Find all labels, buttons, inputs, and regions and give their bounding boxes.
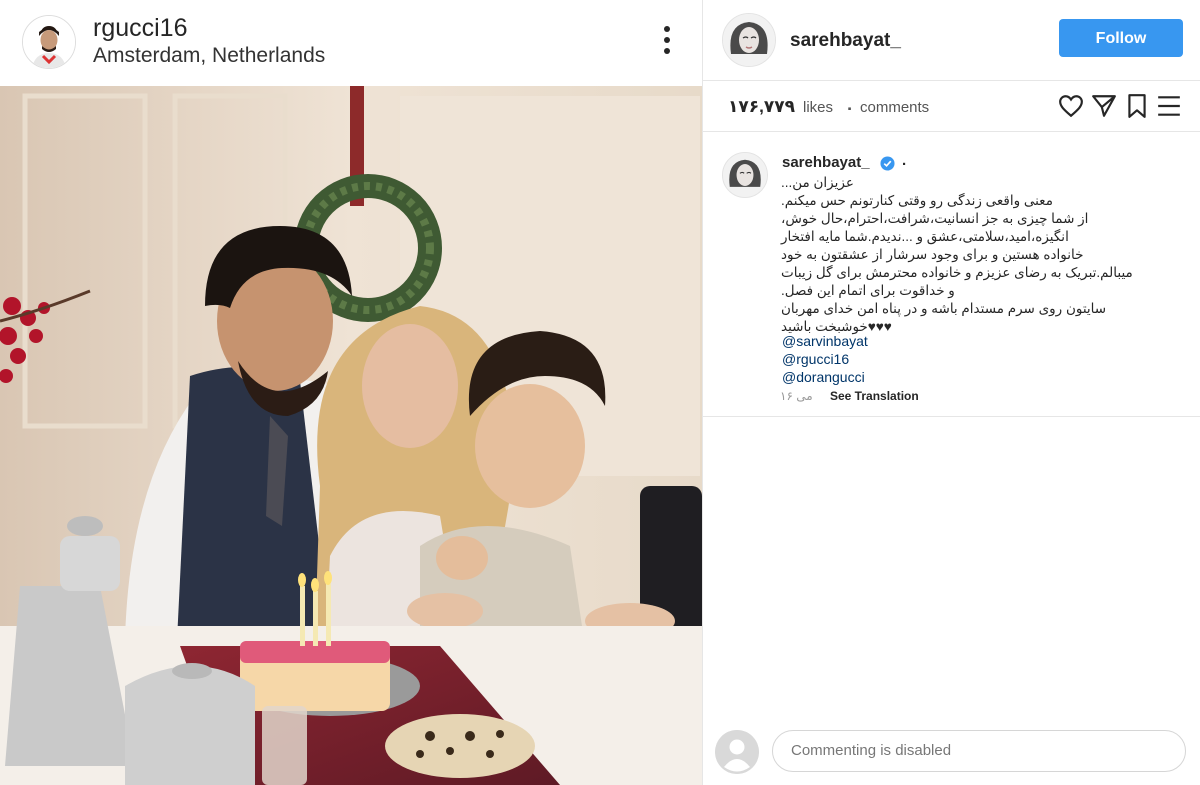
mentions-list: @sarvinbayat @rgucci16 @dorangucci — [782, 332, 868, 386]
caption-line: عزیزان من... — [781, 175, 854, 190]
caption-line: معنی واقعی زندگی رو وقتی کنارتونم حس میک… — [781, 193, 1053, 208]
mention-link[interactable]: @sarvinbayat — [782, 332, 868, 350]
comments-label: comments — [860, 99, 930, 116]
mention-link[interactable]: @dorangucci — [782, 368, 868, 386]
caption-username[interactable]: sarehbayat_ — [782, 154, 870, 171]
caption-line: سایتون روی سرم مستدام باشه و در پناه امن… — [781, 301, 1107, 316]
stats-row: ۱۷۶,۷۷۹ likes ۰ comments — [703, 81, 1200, 132]
post-author-username[interactable]: rgucci16 — [93, 14, 188, 43]
see-translation-button[interactable]: See Translation — [830, 389, 919, 403]
likes-label: likes — [803, 99, 834, 116]
post-photo — [0, 86, 702, 785]
profile-username[interactable]: sarehbayat_ — [790, 30, 901, 52]
mention-link[interactable]: @rgucci16 — [782, 350, 868, 368]
post-date: می ۱۶ — [780, 389, 813, 403]
post-author-avatar[interactable] — [22, 15, 76, 69]
caption-line: خانواده هستین و برای وجود سرشار از عشقتو… — [781, 247, 1084, 262]
caption-section: sarehbayat_ . عزیزان من... معنی واقعی زن… — [703, 132, 1200, 417]
user-icon — [715, 730, 759, 774]
share-icon[interactable] — [1091, 93, 1117, 119]
caption-dot: . — [902, 152, 907, 169]
caption-line: از شما چیزی به جز انسانیت،شرافت،احترام،ح… — [781, 211, 1089, 226]
caption-avatar[interactable] — [722, 152, 768, 198]
caption-line: انگیزه،امید،سلامتی،عشق و ...ندیدم.شما ما… — [781, 229, 1069, 244]
comment-bar: Commenting is disabled — [703, 722, 1200, 785]
heart-icon[interactable] — [1058, 93, 1084, 119]
caption-line: میبالم.تبریک به رضای عزیزم و خانواده محت… — [781, 265, 1133, 280]
sidebar-header: sarehbayat_ Follow — [703, 0, 1200, 81]
follow-button[interactable]: Follow — [1059, 19, 1183, 57]
comment-input[interactable]: Commenting is disabled — [772, 730, 1186, 772]
menu-icon[interactable] — [1156, 93, 1182, 119]
post-header: rgucci16 Amsterdam, Netherlands — [0, 0, 702, 86]
more-icon[interactable] — [655, 26, 679, 58]
caption-line: و خداقوت برای اتمام این فصل. — [781, 283, 955, 298]
likes-count[interactable]: ۱۷۶,۷۷۹ — [728, 97, 795, 117]
comments-count: ۰ — [845, 100, 855, 117]
profile-avatar[interactable] — [722, 13, 776, 67]
post-location[interactable]: Amsterdam, Netherlands — [93, 44, 325, 68]
bookmark-icon[interactable] — [1124, 93, 1150, 119]
caption-text: عزیزان من... معنی واقعی زندگی رو وقتی کن… — [781, 174, 1159, 336]
verified-icon — [880, 156, 895, 171]
